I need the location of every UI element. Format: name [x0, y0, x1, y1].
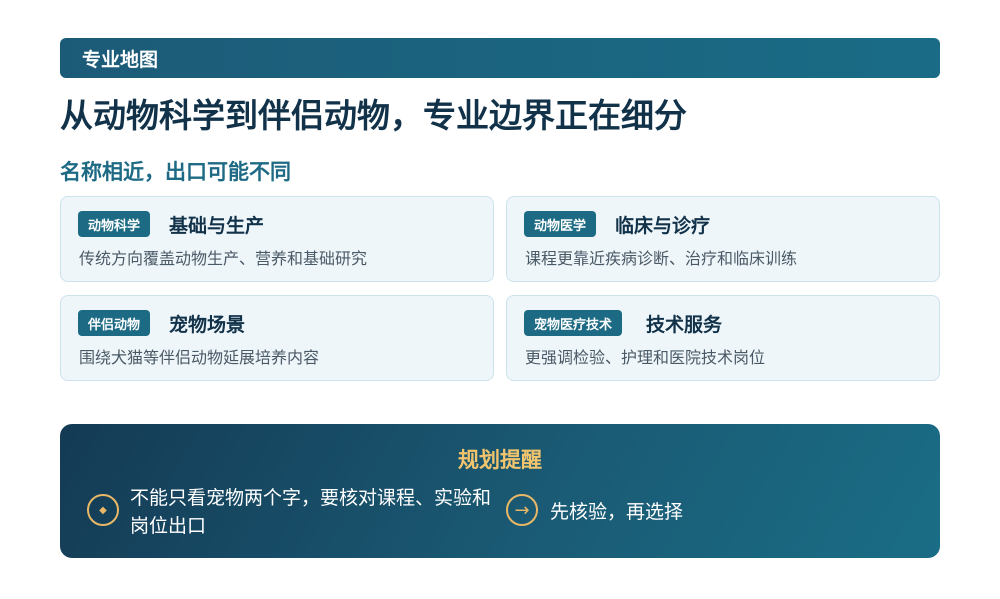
major-card-title: 宠物场景: [169, 313, 246, 336]
reminder-item-text: 不能只看宠物两个字，要核对课程、实验和岗位出口: [130, 487, 492, 537]
major-card-veterinary-medicine: 动物医学 临床与诊疗 课程更靠近疾病诊断、治疗和临床训练: [506, 196, 940, 282]
major-card-desc: 课程更靠近疾病诊断、治疗和临床训练: [525, 249, 798, 268]
major-tag: 宠物医疗技术: [524, 310, 623, 336]
arrow-right-icon: →: [506, 494, 538, 526]
major-tag: 动物科学: [78, 211, 151, 237]
planning-reminder-panel: 规划提醒 ◆ 不能只看宠物两个字，要核对课程、实验和岗位出口 → 先核验，再选择: [60, 424, 940, 558]
major-card-pet-medical-tech: 宠物医疗技术 技术服务 更强调检验、护理和医院技术岗位: [506, 295, 940, 381]
major-card-desc: 传统方向覆盖动物生产、营养和基础研究: [79, 249, 368, 268]
section-subhead: 名称相近，出口可能不同: [60, 160, 291, 184]
major-card-title: 基础与生产: [169, 214, 265, 237]
major-card-title: 临床与诊疗: [615, 214, 711, 237]
reminder-item-text: 先核验，再选择: [550, 501, 684, 523]
reminder-title: 规划提醒: [458, 448, 542, 472]
section-header-label: 专业地图: [82, 48, 159, 71]
major-card-desc: 围绕犬猫等伴侣动物延展培养内容: [79, 348, 320, 367]
major-tag: 伴侣动物: [78, 310, 151, 336]
page-headline: 从动物科学到伴侣动物，专业边界正在细分: [60, 96, 687, 135]
major-card-desc: 更强调检验、护理和医院技术岗位: [525, 348, 766, 367]
major-card-title: 技术服务: [646, 313, 723, 336]
major-card-animal-science: 动物科学 基础与生产 传统方向覆盖动物生产、营养和基础研究: [60, 196, 494, 282]
diamond-icon: ◆: [87, 494, 119, 526]
section-header-bar: 专业地图: [60, 38, 940, 78]
major-tag: 动物医学: [524, 211, 597, 237]
major-card-companion-animals: 伴侣动物 宠物场景 围绕犬猫等伴侣动物延展培养内容: [60, 295, 494, 381]
